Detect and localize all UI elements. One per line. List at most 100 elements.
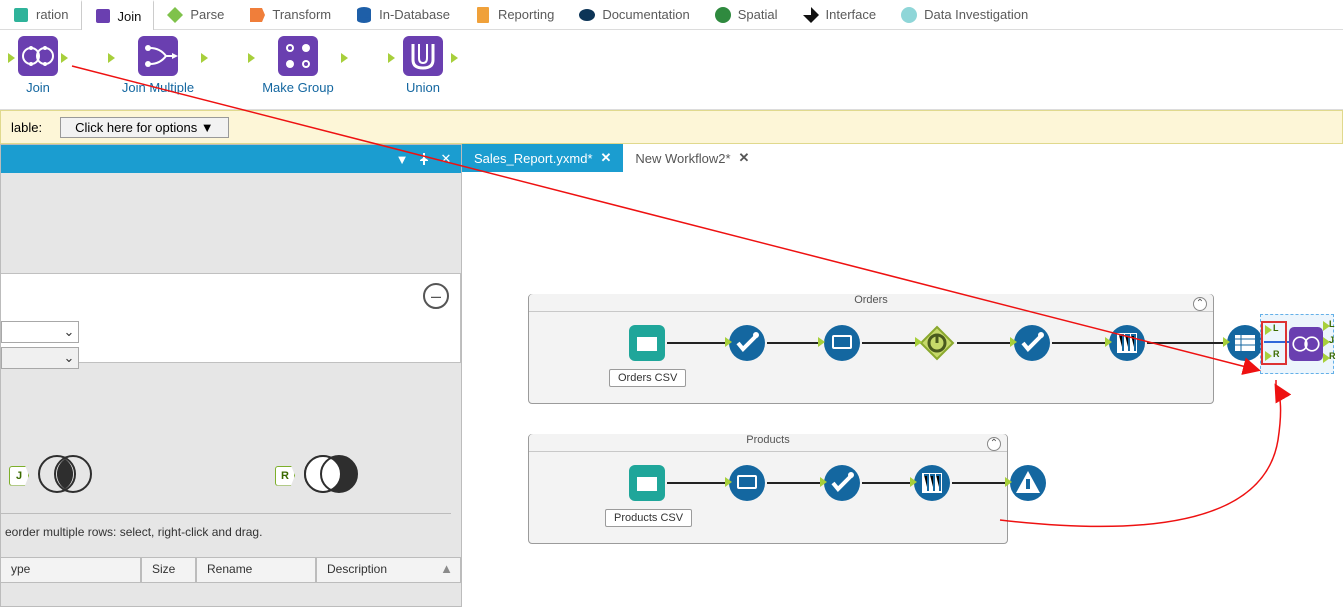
- node-label-products: Products CSV: [605, 509, 692, 527]
- tool-join-multiple[interactable]: Join Multiple: [108, 36, 208, 95]
- report-icon: [474, 6, 492, 24]
- badge-j: J: [9, 466, 29, 486]
- workflow-tabs: Sales_Report.yxmd* ✕ New Workflow2* ✕: [462, 144, 1343, 172]
- connector-out-icon: [341, 53, 348, 63]
- tab-spatial[interactable]: Spatial: [702, 0, 790, 30]
- main-area: ▼ ✕ – ⌄ ⌄ J: [0, 144, 1343, 607]
- join-icon: [94, 7, 112, 25]
- workflow-tab-sales[interactable]: Sales_Report.yxmd* ✕: [462, 144, 623, 172]
- tab-preparation[interactable]: ration: [0, 0, 81, 30]
- tab-label: Data Investigation: [924, 7, 1028, 22]
- connector-in-icon: [388, 53, 395, 63]
- tab-label: In-Database: [379, 7, 450, 22]
- join-multiple-icon: [138, 36, 178, 76]
- scroll-up-icon[interactable]: ▲: [440, 561, 453, 576]
- tool-union[interactable]: Union: [388, 36, 458, 95]
- node-select[interactable]: [729, 325, 765, 361]
- tool-label: Join: [8, 80, 68, 95]
- tab-label: Spatial: [738, 7, 778, 22]
- tool-label: Join Multiple: [108, 80, 208, 95]
- tab-interface[interactable]: Interface: [790, 0, 889, 30]
- connector-in-icon: [248, 53, 255, 63]
- connector-in-icon: [108, 53, 115, 63]
- node-select-p[interactable]: [824, 465, 860, 501]
- close-icon[interactable]: ✕: [739, 150, 750, 166]
- tab-label: ration: [36, 7, 69, 22]
- tab-parse[interactable]: Parse: [154, 0, 236, 30]
- tool-make-group[interactable]: Make Group: [248, 36, 348, 95]
- node-input-products[interactable]: [629, 465, 665, 501]
- remove-row-button[interactable]: –: [423, 283, 449, 309]
- venn-row: J R: [9, 453, 361, 498]
- join-tool-icon: [18, 36, 58, 76]
- col-rename[interactable]: Rename: [196, 557, 316, 583]
- tab-label: Join: [118, 9, 142, 24]
- tab-label: Transform: [272, 7, 331, 22]
- tab-label: Parse: [190, 7, 224, 22]
- tab-label: Reporting: [498, 7, 554, 22]
- collapse-icon[interactable]: ⌃: [1193, 297, 1207, 311]
- container-products[interactable]: Products ⌃ Products CSV: [528, 434, 1008, 544]
- venn-left-icon: [35, 453, 95, 498]
- combo-field-left-2[interactable]: ⌄: [1, 347, 79, 369]
- tab-transform[interactable]: Transform: [236, 0, 343, 30]
- node-filter[interactable]: [919, 325, 955, 361]
- doc-icon: [578, 6, 596, 24]
- node-browse[interactable]: [824, 325, 860, 361]
- notif-options-button[interactable]: Click here for options ▼: [60, 117, 229, 138]
- transform-icon: [248, 6, 266, 24]
- node-sort-p[interactable]: [1010, 465, 1046, 501]
- indb-icon: [355, 6, 373, 24]
- tab-datainvestigation[interactable]: Data Investigation: [888, 0, 1040, 30]
- prep-icon: [12, 6, 30, 24]
- tab-documentation[interactable]: Documentation: [566, 0, 701, 30]
- iface-icon: [802, 6, 820, 24]
- tab-join[interactable]: Join: [81, 0, 155, 30]
- combo-field-left[interactable]: ⌄: [1, 321, 79, 343]
- node-input-orders[interactable]: [629, 325, 665, 361]
- node-formula-p[interactable]: [914, 465, 950, 501]
- connector-out-icon: [451, 53, 458, 63]
- canvas-pane: Sales_Report.yxmd* ✕ New Workflow2* ✕ Or…: [462, 144, 1343, 607]
- venn-right-icon: [301, 453, 361, 498]
- col-type[interactable]: ype: [1, 557, 141, 583]
- badge-r: R: [275, 466, 295, 486]
- container-title: Products: [529, 434, 1007, 452]
- container-orders[interactable]: Orders ⌃ Orders CSV: [528, 294, 1214, 404]
- reorder-hint: eorder multiple rows: select, right-clic…: [5, 525, 262, 539]
- join-tool-icon: [1289, 327, 1323, 361]
- tool-label: Make Group: [248, 80, 348, 95]
- tool-label: Union: [388, 80, 458, 95]
- config-titlebar: ▼ ✕: [1, 145, 461, 173]
- node-summarize[interactable]: [1227, 325, 1263, 361]
- node-formula[interactable]: [1109, 325, 1145, 361]
- workflow-tab-new[interactable]: New Workflow2* ✕: [623, 144, 761, 172]
- tool-join[interactable]: Join: [8, 36, 68, 95]
- connector-out-icon: [201, 53, 208, 63]
- make-group-icon: [278, 36, 318, 76]
- close-icon[interactable]: ✕: [601, 150, 612, 166]
- pin-icon[interactable]: [417, 152, 431, 166]
- connector-out-icon: [61, 53, 68, 63]
- workflow-tab-label: Sales_Report.yxmd*: [474, 151, 593, 166]
- workflow-tab-label: New Workflow2*: [635, 151, 730, 166]
- tab-indatabase[interactable]: In-Database: [343, 0, 462, 30]
- col-size[interactable]: Size: [141, 557, 196, 583]
- node-select-2[interactable]: [1014, 325, 1050, 361]
- node-label-orders: Orders CSV: [609, 369, 686, 387]
- collapse-icon[interactable]: ⌃: [987, 437, 1001, 451]
- dropped-join-selection[interactable]: L R L J R: [1260, 314, 1334, 374]
- config-body: – ⌄ ⌄ J R: [1, 173, 461, 606]
- close-icon[interactable]: ✕: [439, 152, 453, 166]
- parse-icon: [166, 6, 184, 24]
- dropdown-icon[interactable]: ▼: [395, 152, 409, 166]
- container-title: Orders: [529, 294, 1213, 312]
- spatial-icon: [714, 6, 732, 24]
- tab-reporting[interactable]: Reporting: [462, 0, 566, 30]
- datainv-icon: [900, 6, 918, 24]
- config-pane: ▼ ✕ – ⌄ ⌄ J: [0, 144, 462, 607]
- node-browse-p[interactable]: [729, 465, 765, 501]
- notification-bar: lable: Click here for options ▼: [0, 110, 1343, 144]
- config-column-headers: ype Size Rename Description: [1, 557, 461, 583]
- union-icon: [403, 36, 443, 76]
